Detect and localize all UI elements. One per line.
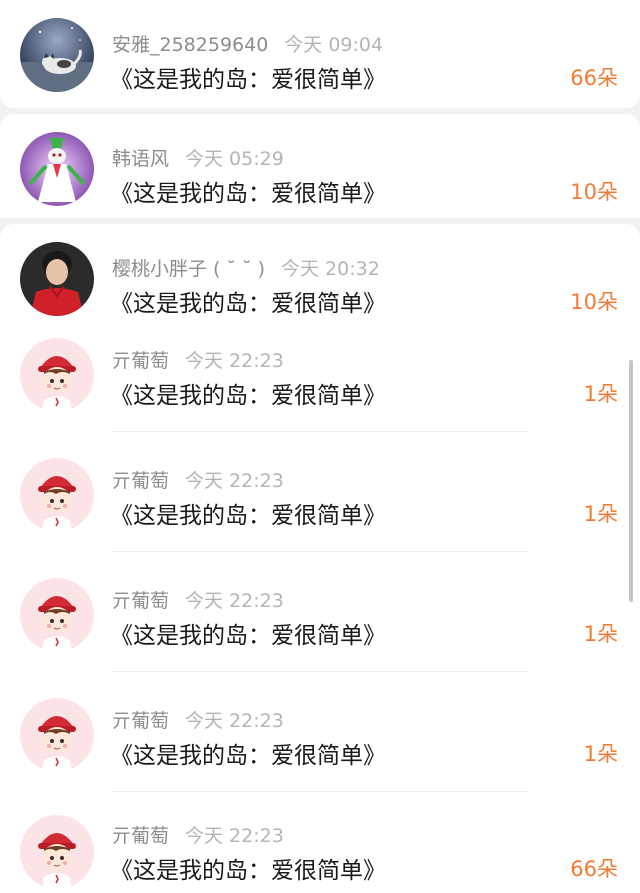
gift-row[interactable]: 韩语风 今天 05:29 《这是我的岛：爱很简单》 10朵: [0, 120, 640, 220]
timestamp: 今天 22:23: [185, 710, 284, 732]
row-divider: [112, 791, 528, 792]
book-title: 《这是我的岛：爱很简单》: [110, 743, 386, 769]
book-title: 《这是我的岛：爱很简单》: [110, 383, 386, 409]
pokemon-avatar[interactable]: [20, 132, 94, 206]
gift-row[interactable]: 樱桃小胖子 ( ˘ ˘ ) 今天 20:32 《这是我的岛：爱很简单》 10朵: [0, 230, 640, 330]
person-red-shirt-avatar[interactable]: [20, 242, 94, 316]
timestamp: 今天 05:29: [185, 148, 284, 170]
user-name[interactable]: 安雅_258259640: [112, 34, 268, 56]
book-title: 《这是我的岛：爱很简单》: [110, 291, 386, 317]
user-name[interactable]: 亓葡萄: [112, 710, 169, 732]
book-title: 《这是我的岛：爱很简单》: [110, 623, 386, 649]
timestamp: 今天 22:23: [185, 590, 284, 612]
cartoon-boy-avatar[interactable]: [20, 578, 94, 652]
row-divider: [112, 671, 528, 672]
cartoon-boy-avatar[interactable]: [20, 815, 94, 889]
gift-amount: 1朵: [583, 382, 618, 406]
cartoon-boy-avatar[interactable]: [20, 338, 94, 412]
user-name[interactable]: 亓葡萄: [112, 470, 169, 492]
gift-row[interactable]: 安雅_258259640 今天 09:04 《这是我的岛：爱很简单》 66朵: [0, 8, 640, 108]
gift-amount: 1朵: [583, 502, 618, 526]
user-name[interactable]: 樱桃小胖子 ( ˘ ˘ ): [112, 258, 265, 280]
gift-row[interactable]: 亓葡萄 今天 22:23 《这是我的岛：爱很简单》 1朵: [0, 568, 640, 672]
gift-amount: 10朵: [570, 290, 618, 314]
book-title: 《这是我的岛：爱很简单》: [110, 858, 386, 884]
gift-row[interactable]: 亓葡萄 今天 22:23 《这是我的岛：爱很简单》 1朵: [0, 448, 640, 552]
gift-row[interactable]: 亓葡萄 今天 22:23 《这是我的岛：爱很简单》 1朵: [0, 328, 640, 432]
timestamp: 今天 22:23: [185, 825, 284, 847]
cat-night-avatar[interactable]: [20, 18, 94, 92]
timestamp: 今天 22:23: [185, 470, 284, 492]
user-name[interactable]: 亓葡萄: [112, 590, 169, 612]
gift-amount: 66朵: [570, 857, 618, 881]
cartoon-boy-avatar[interactable]: [20, 698, 94, 772]
gift-amount: 66朵: [570, 66, 618, 90]
gift-amount: 1朵: [583, 622, 618, 646]
scrollbar[interactable]: [629, 360, 633, 602]
gift-amount: 10朵: [570, 180, 618, 204]
gift-row[interactable]: 亓葡萄 今天 22:23 《这是我的岛：爱很简单》 1朵: [0, 688, 640, 792]
gift-amount: 1朵: [583, 742, 618, 766]
cartoon-boy-avatar[interactable]: [20, 458, 94, 532]
book-title: 《这是我的岛：爱很简单》: [110, 67, 386, 93]
row-divider: [112, 551, 528, 552]
user-name[interactable]: 韩语风: [112, 148, 169, 170]
user-name[interactable]: 亓葡萄: [112, 825, 169, 847]
book-title: 《这是我的岛：爱很简单》: [110, 181, 386, 207]
timestamp: 今天 22:23: [185, 350, 284, 372]
book-title: 《这是我的岛：爱很简单》: [110, 503, 386, 529]
timestamp: 今天 20:32: [280, 258, 380, 280]
user-name[interactable]: 亓葡萄: [112, 350, 169, 372]
row-divider: [112, 431, 528, 432]
gift-row[interactable]: 亓葡萄 今天 22:23 《这是我的岛：爱很简单》 66朵: [0, 793, 640, 893]
timestamp: 今天 09:04: [284, 34, 384, 56]
